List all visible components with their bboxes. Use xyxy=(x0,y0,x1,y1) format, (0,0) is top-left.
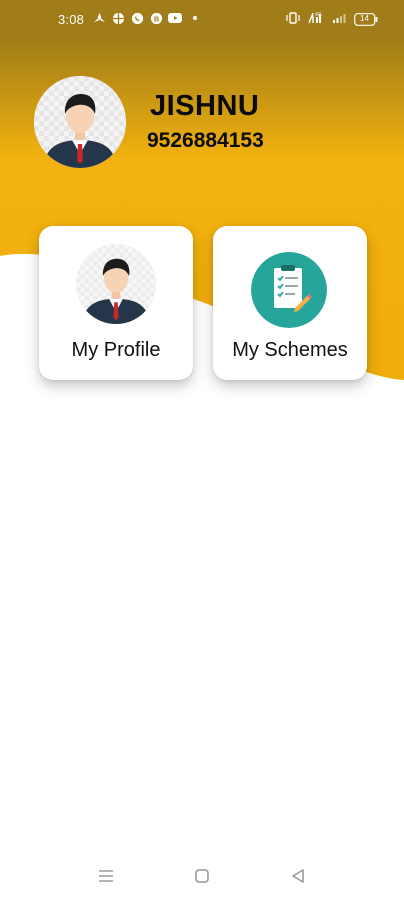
system-icons: 4G 14 xyxy=(286,11,378,28)
svg-text:4G: 4G xyxy=(315,12,322,18)
my-schemes-label: My Schemes xyxy=(232,339,348,361)
user-phone: 9526884153 xyxy=(147,129,264,152)
ball-icon xyxy=(111,11,125,25)
checklist-icon xyxy=(251,252,327,328)
battery-level: 14 xyxy=(360,14,369,23)
fan-icon xyxy=(92,11,106,25)
menu-icon[interactable] xyxy=(94,864,118,888)
more-notifications-dot xyxy=(193,16,197,20)
svg-text:B: B xyxy=(153,14,159,23)
person-avatar-icon xyxy=(34,76,126,168)
youtube-icon xyxy=(168,11,182,25)
my-profile-card[interactable]: My Profile xyxy=(39,226,193,380)
back-icon[interactable] xyxy=(286,864,310,888)
profile-avatar-icon xyxy=(76,244,156,324)
profile-avatar[interactable] xyxy=(34,76,126,168)
battery-icon: 14 xyxy=(354,13,378,26)
notification-icons: B xyxy=(92,11,197,25)
navigation-bar xyxy=(0,852,404,900)
whatsapp-business-icon: B xyxy=(149,11,163,25)
volte-icon: 4G xyxy=(308,11,324,28)
user-name: JISHNU xyxy=(150,90,260,122)
vibrate-icon xyxy=(286,11,300,28)
home-icon[interactable] xyxy=(190,864,214,888)
status-bar: 3:08 B 4G 14 xyxy=(0,0,404,40)
signal-icon xyxy=(332,11,346,28)
status-time: 3:08 xyxy=(58,12,85,27)
whatsapp-icon xyxy=(130,11,144,25)
my-schemes-card[interactable]: My Schemes xyxy=(213,226,367,380)
my-profile-label: My Profile xyxy=(71,339,161,361)
